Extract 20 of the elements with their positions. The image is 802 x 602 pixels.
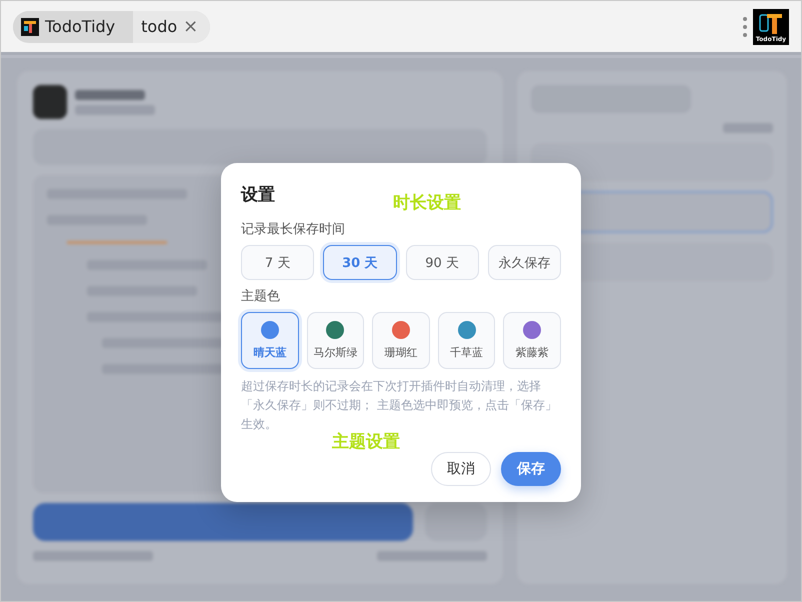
retention-option[interactable]: 7 天 <box>241 245 314 280</box>
theme-option[interactable]: 马尔斯绿 <box>306 312 364 369</box>
retention-option[interactable]: 90 天 <box>406 245 479 280</box>
help-text: 超过保存时长的记录会在下次打开插件时自动清理，选择「永久保存」则不过期； 主题色选中即预览，点击「保存」生效。 <box>241 378 558 432</box>
retention-label: 记录最长保存时间 <box>241 221 346 238</box>
retention-option[interactable]: 永久保存 <box>488 245 561 280</box>
theme-option[interactable]: 晴天蓝 <box>241 312 299 369</box>
close-icon[interactable]: × <box>183 18 198 36</box>
theme-option[interactable]: 珊瑚红 <box>372 312 430 369</box>
tab[interactable]: todo × <box>133 10 210 42</box>
menu-icon[interactable] <box>743 16 747 38</box>
annotation-label: 时长设置 <box>393 192 461 214</box>
cancel-button[interactable]: 取消 <box>431 452 491 486</box>
dialog-title: 设置 <box>241 184 275 206</box>
theme-label: 主题色 <box>241 288 281 305</box>
theme-option[interactable]: 千草蓝 <box>438 312 496 369</box>
app-icon <box>21 18 39 36</box>
save-button[interactable]: 保存 <box>501 452 561 486</box>
theme-option[interactable]: 紫藤紫 <box>503 312 561 369</box>
annotation-label: 主题设置 <box>332 431 400 453</box>
